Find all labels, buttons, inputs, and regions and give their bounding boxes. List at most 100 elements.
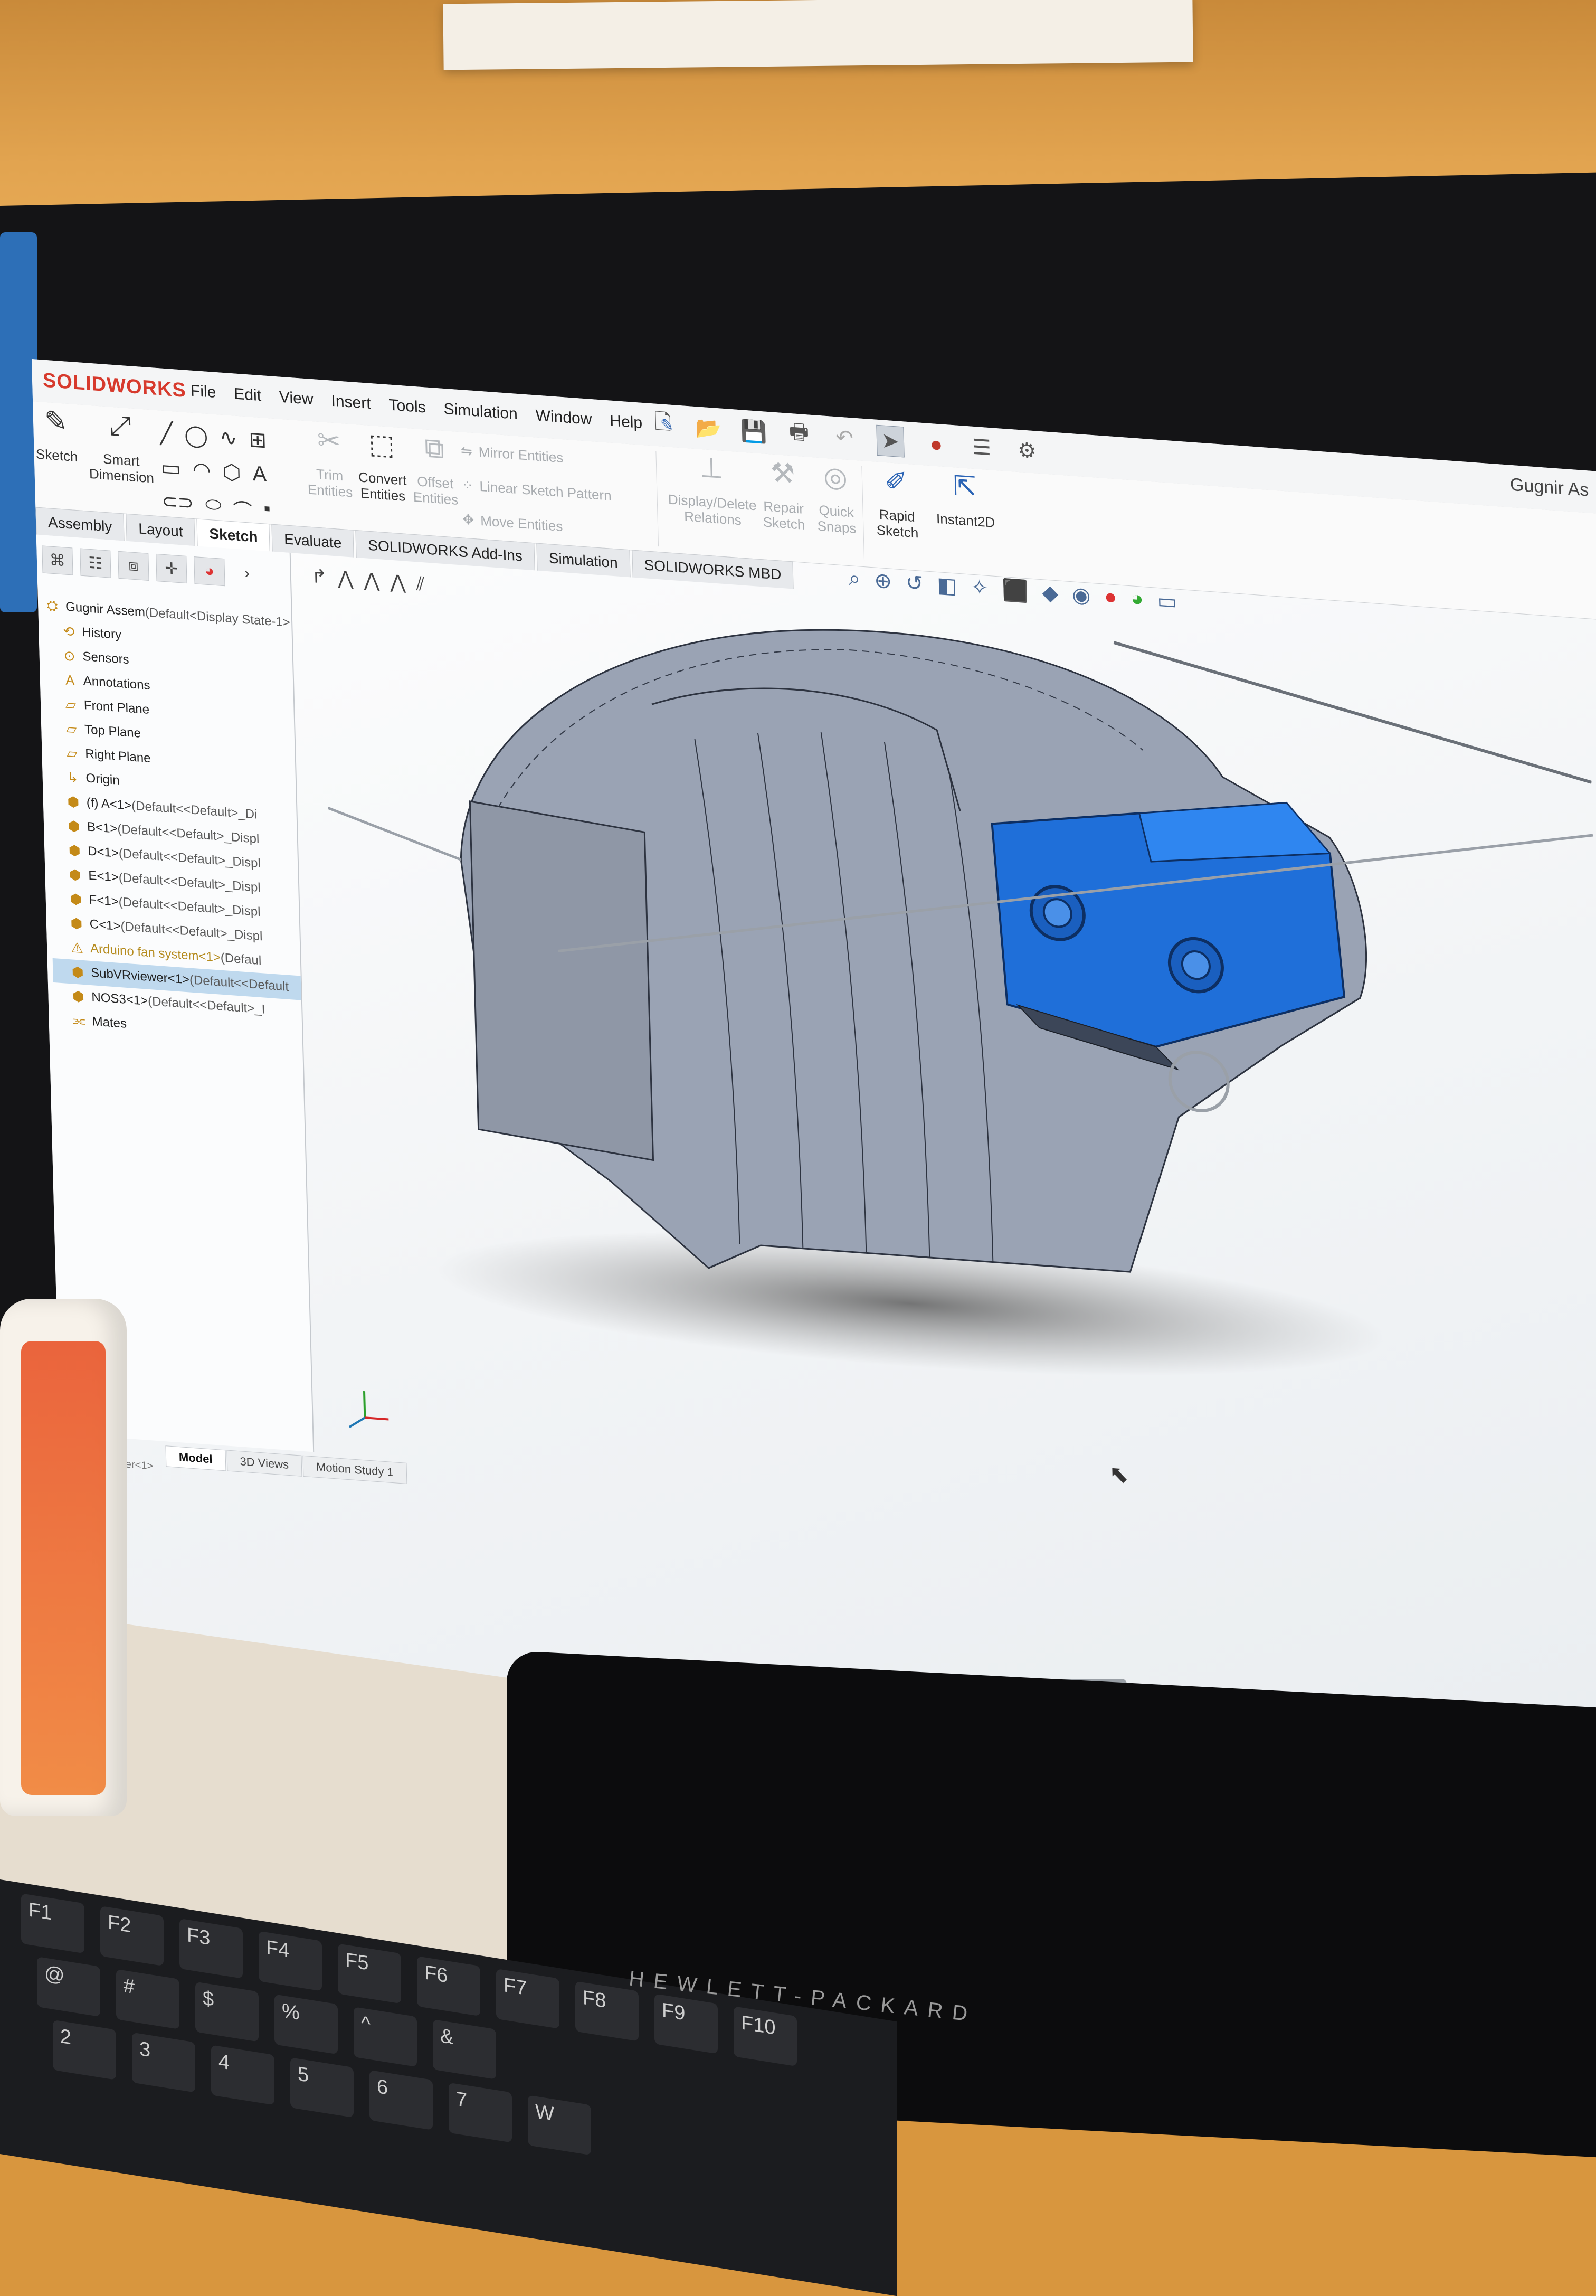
- display-manager-tab[interactable]: ◕: [194, 556, 225, 587]
- side-panel[interactable]: [469, 800, 654, 1161]
- offset-entities-label: Offset Entities: [413, 473, 459, 508]
- keyboard-key[interactable]: F4: [259, 1931, 322, 1991]
- tab-model[interactable]: Model: [165, 1445, 226, 1471]
- rectangle-icon[interactable]: ▭: [160, 456, 181, 481]
- mirror-entities-button[interactable]: ⇋ Mirror Entities: [461, 442, 564, 466]
- circle-icon[interactable]: ◯: [184, 423, 208, 449]
- polygon-icon[interactable]: ⬡: [222, 460, 241, 486]
- rebuild-icon[interactable]: ●: [923, 429, 949, 460]
- keyboard-key[interactable]: %: [274, 1994, 338, 2055]
- keyboard-key[interactable]: 3: [132, 2032, 195, 2093]
- rapid-sketch-icon: ✐: [884, 465, 908, 498]
- configuration-manager-tab[interactable]: ⧈: [118, 551, 149, 581]
- menu-edit[interactable]: Edit: [234, 385, 262, 405]
- keyboard-key[interactable]: &: [433, 2019, 496, 2080]
- options-icon[interactable]: ⚙: [1013, 435, 1040, 467]
- open-icon[interactable]: 📂: [695, 412, 722, 444]
- save-icon[interactable]: 💾: [740, 415, 767, 447]
- triad-x-axis: [365, 1416, 389, 1421]
- menu-help[interactable]: Help: [610, 412, 643, 432]
- offset-entities-button[interactable]: ⧉ Offset Entities: [413, 432, 459, 508]
- move-icon: ✥: [462, 511, 474, 528]
- convert-entities-label: Convert Entities: [358, 469, 407, 504]
- pattern-icon: ⁘: [461, 477, 473, 494]
- view-orientation-icon[interactable]: ⬛: [1002, 578, 1029, 604]
- keyboard-key[interactable]: 6: [369, 2070, 433, 2130]
- edit-appearance-icon[interactable]: ●: [1104, 585, 1117, 611]
- keyboard-key[interactable]: @: [37, 1957, 100, 2017]
- menu-simulation[interactable]: Simulation: [443, 400, 518, 424]
- helmet-3d-model[interactable]: [321, 554, 1596, 1491]
- menu-file[interactable]: File: [191, 382, 216, 403]
- menu-view[interactable]: View: [279, 389, 314, 410]
- keyboard-key[interactable]: F6: [417, 1956, 480, 2017]
- keyboard-key[interactable]: 2: [53, 2019, 116, 2080]
- slot-icon[interactable]: ⊂⊃: [162, 490, 194, 519]
- keyboard-key[interactable]: 7: [449, 2082, 512, 2143]
- menu-window[interactable]: Window: [535, 407, 592, 429]
- new-icon[interactable]: 🗋: [649, 409, 676, 441]
- arc-icon[interactable]: ◠: [192, 458, 211, 484]
- display-style-icon[interactable]: ◆: [1042, 580, 1059, 606]
- move-entities-button[interactable]: ✥ Move Entities: [462, 511, 563, 535]
- tab-motion-study-1[interactable]: Motion Study 1: [302, 1455, 407, 1484]
- linear-sketch-pattern-button[interactable]: ⁘ Linear Sketch Pattern: [461, 477, 612, 504]
- previous-view-icon[interactable]: ↺: [905, 571, 924, 597]
- view-settings-icon[interactable]: ▭: [1157, 589, 1177, 615]
- keyboard-key[interactable]: F7: [496, 1968, 559, 2029]
- section-view-icon[interactable]: ◧: [937, 573, 957, 599]
- keyboard-key[interactable]: W: [528, 2095, 591, 2156]
- convert-entities-icon: ⬚: [368, 428, 395, 461]
- zoom-to-fit-icon[interactable]: ⌕: [848, 566, 861, 592]
- trim-entities-button[interactable]: ✂ Trim Entities: [307, 425, 353, 500]
- keyboard-key[interactable]: 5: [290, 2057, 354, 2118]
- hide-show-items-icon[interactable]: ◉: [1072, 582, 1091, 609]
- coordinate-triad: [348, 1391, 389, 1428]
- print-icon[interactable]: 🖶: [785, 419, 812, 450]
- zoom-to-area-icon[interactable]: ⊕: [874, 568, 892, 594]
- keyboard-key[interactable]: $: [195, 1981, 259, 2042]
- menu-tools[interactable]: Tools: [388, 396, 426, 417]
- feature-manager-tab[interactable]: ⌘: [42, 545, 73, 575]
- spline-icon[interactable]: ∿: [219, 425, 238, 450]
- point-icon[interactable]: ▪: [263, 497, 271, 525]
- instant2d-icon: ⇱: [953, 470, 977, 503]
- keyboard-key[interactable]: F5: [338, 1943, 401, 2004]
- tab-3d-views[interactable]: 3D Views: [226, 1450, 302, 1477]
- property-manager-tab[interactable]: ☷: [80, 548, 111, 578]
- keyboard-key[interactable]: #: [116, 1969, 179, 2029]
- fillet-icon[interactable]: ⌒: [233, 495, 252, 524]
- convert-entities-button[interactable]: ⬚ Convert Entities: [355, 428, 410, 504]
- menu-insert[interactable]: Insert: [331, 392, 371, 413]
- quick-snaps-button[interactable]: ◎ Quick Snaps: [814, 461, 858, 536]
- relations-icon: ⊥: [699, 452, 724, 485]
- ribbon-separator: [656, 451, 659, 547]
- keyboard-key[interactable]: F3: [179, 1918, 243, 1979]
- instant2d-button[interactable]: ⇱ Instant2D: [930, 470, 1000, 531]
- keyboard-key[interactable]: 4: [211, 2045, 274, 2105]
- line-icon[interactable]: ╱: [160, 421, 173, 446]
- keyboard-key[interactable]: F1: [21, 1893, 84, 1954]
- tab-layout[interactable]: Layout: [126, 513, 196, 546]
- undo-icon[interactable]: ↶: [831, 422, 858, 454]
- file-properties-icon[interactable]: ☰: [968, 432, 995, 464]
- apply-scene-icon[interactable]: ◕: [1130, 587, 1144, 612]
- ellipse-icon[interactable]: ⬭: [205, 493, 222, 522]
- dimxpert-manager-tab[interactable]: ✛: [156, 553, 187, 584]
- select-icon[interactable]: ➤: [876, 424, 905, 458]
- grid-icon[interactable]: ⊞: [249, 427, 267, 452]
- keyboard-key[interactable]: F2: [100, 1906, 164, 1967]
- text-icon[interactable]: A: [252, 462, 267, 487]
- keyboard-key[interactable]: F10: [734, 2006, 797, 2067]
- repair-sketch-button[interactable]: ⚒ Repair Sketch: [762, 457, 805, 533]
- tree-node-label: History: [82, 625, 122, 642]
- smart-dimension-button[interactable]: ⤢ Smart Dimension: [86, 410, 156, 486]
- triad-y-axis: [363, 1391, 366, 1418]
- rapid-sketch-button[interactable]: ✐ Rapid Sketch: [872, 465, 922, 541]
- display-delete-relations-button[interactable]: ⊥ Display/Delete Relations: [667, 452, 758, 529]
- expand-panel-tab[interactable]: ›: [232, 559, 262, 588]
- keyboard-key[interactable]: F9: [654, 1993, 718, 2054]
- sketch-button[interactable]: ✎ Sketch: [36, 405, 78, 465]
- keyboard-key[interactable]: ^: [354, 2007, 417, 2067]
- dynamic-annotation-icon[interactable]: ✧: [971, 575, 989, 601]
